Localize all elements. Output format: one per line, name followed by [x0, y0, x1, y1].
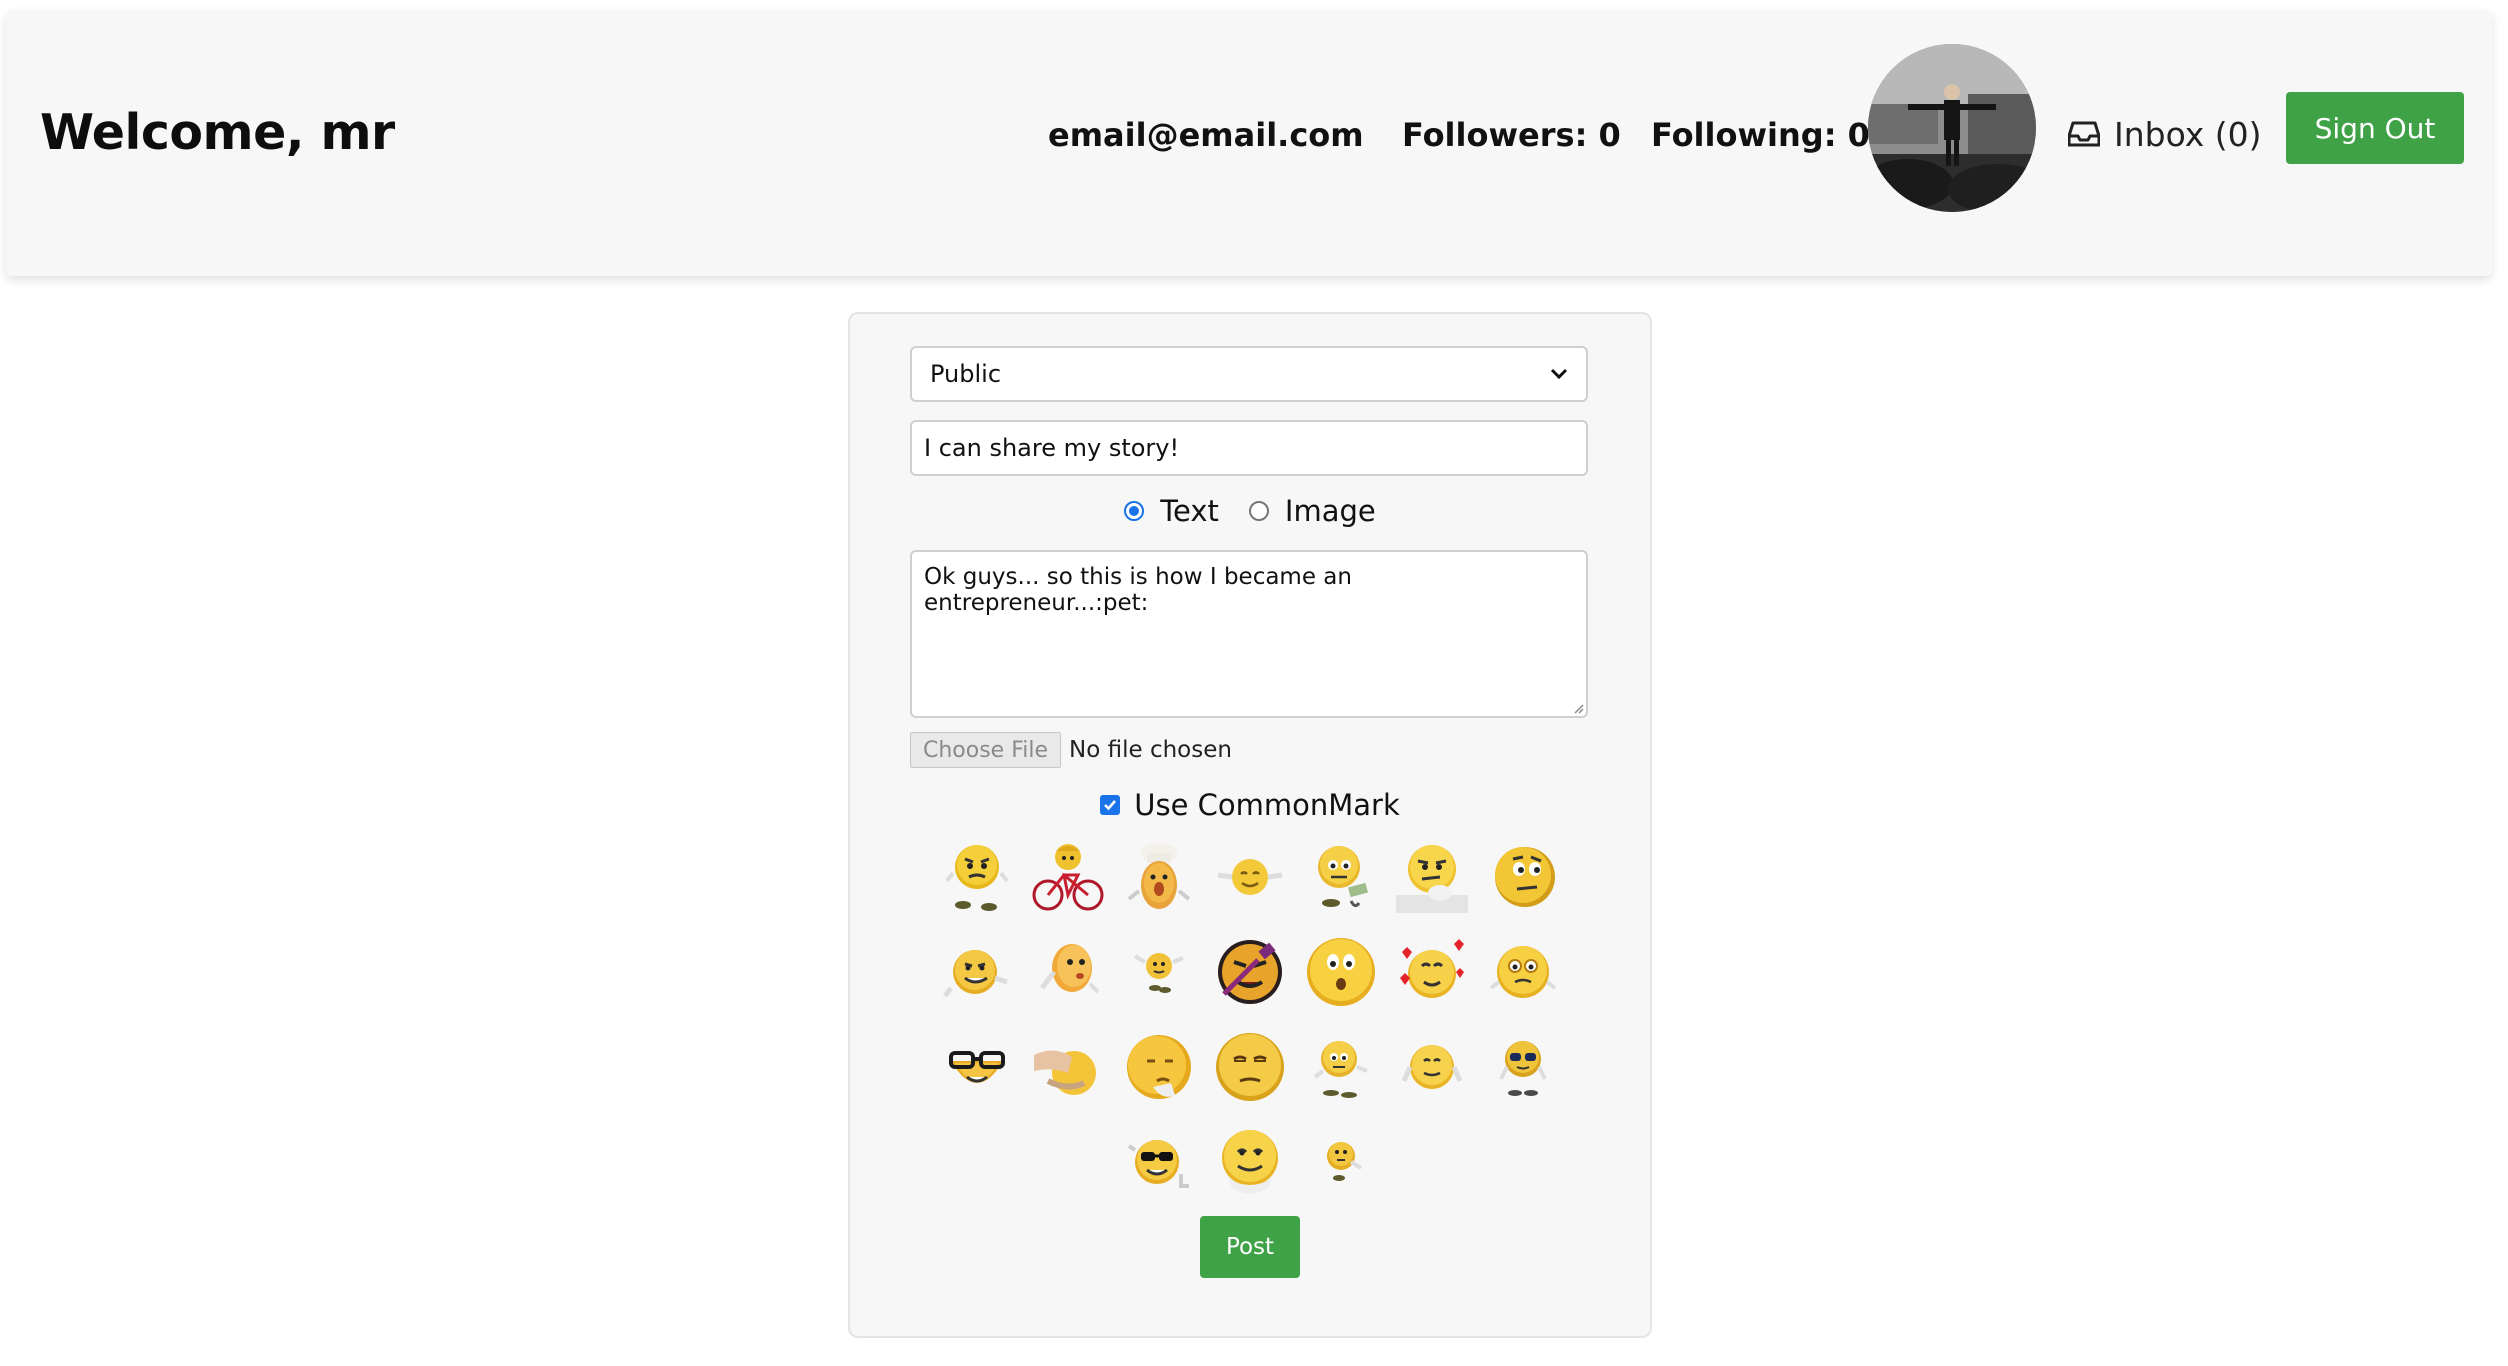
emoji-shy-blob[interactable]: [1023, 925, 1113, 1019]
content-type-radio-group: Text Image: [850, 494, 1650, 528]
choose-file-button[interactable]: Choose File: [910, 732, 1062, 768]
sign-out-button[interactable]: Sign Out: [2286, 92, 2464, 164]
emoji-facepalm[interactable]: [1114, 1020, 1204, 1114]
post-body-text: Ok guys... so this is how I became an en…: [924, 564, 1352, 616]
new-post-card: Public I can share my story! Text Image …: [848, 312, 1652, 1338]
emoji-dizzy-eyes[interactable]: [1478, 925, 1568, 1019]
money-counting-emoji-icon: [1318, 846, 1368, 908]
following-count[interactable]: Following: 0: [1651, 116, 1870, 154]
emoji-angry-walking[interactable]: [932, 830, 1022, 924]
content-type-image-option[interactable]: Image: [1248, 494, 1376, 528]
angry-walking-emoji-icon: [945, 845, 1009, 911]
facepalm-emoji-icon: [1127, 1035, 1191, 1099]
chef-emoji-icon: [1127, 843, 1191, 909]
content-type-text-option[interactable]: Text: [1124, 494, 1219, 528]
emoji-money-counting[interactable]: [1296, 830, 1386, 924]
emoji-skeptical[interactable]: [1478, 830, 1568, 924]
commonmark-label: Use CommonMark: [1134, 788, 1400, 822]
image-radio-label: Image: [1284, 494, 1376, 528]
thumbs-walk-emoji-icon: [1313, 1041, 1368, 1098]
emoji-chef[interactable]: [1114, 830, 1204, 924]
commonmark-option[interactable]: Use CommonMark: [850, 788, 1650, 822]
emoji-thinking[interactable]: [1387, 830, 1477, 924]
emoji-sunglasses-walk[interactable]: [1478, 1020, 1568, 1114]
visibility-selected-value: Public: [930, 360, 1002, 388]
dizzy-eyes-emoji-icon: [1489, 946, 1557, 998]
emoji-hands-up[interactable]: [1387, 1020, 1477, 1114]
text-radio-label: Text: [1160, 494, 1219, 528]
file-upload-row: Choose File No file chosen: [910, 732, 1232, 768]
emoji-rocker-guitar[interactable]: [1205, 925, 1295, 1019]
smug-scarf-emoji-icon: [1222, 1130, 1278, 1194]
chevron-down-icon: [1550, 368, 1568, 380]
emoji-surprised-big[interactable]: [1296, 925, 1386, 1019]
welcome-heading: Welcome, mr: [40, 104, 395, 161]
in-love-hearts-emoji-icon: [1400, 939, 1464, 998]
resize-grip-icon[interactable]: [1572, 702, 1584, 714]
inbox-link[interactable]: Inbox (0): [2068, 114, 2262, 154]
bicycle-emoji-icon: [1032, 844, 1104, 911]
checkmark-icon: [1104, 800, 1117, 811]
thinking-emoji-icon: [1396, 845, 1468, 913]
emoji-cool-thumbs-up[interactable]: [1114, 1115, 1204, 1209]
dancing-emoji-icon: [1133, 953, 1184, 993]
emoji-nerd-glasses[interactable]: [932, 1020, 1022, 1114]
emoji-hand-squeeze[interactable]: [1023, 1020, 1113, 1114]
emoji-in-love-hearts[interactable]: [1387, 925, 1477, 1019]
user-email: email@email.com: [1048, 116, 1364, 154]
emoji-bicycle[interactable]: [1023, 830, 1113, 924]
top-header: Welcome, mr email@email.com Followers: 0…: [6, 10, 2492, 276]
emoji-dancing[interactable]: [1114, 925, 1204, 1019]
hugging-emoji-icon: [1217, 859, 1283, 895]
text-radio[interactable]: [1124, 501, 1145, 521]
avatar[interactable]: [1868, 44, 2036, 212]
image-radio[interactable]: [1248, 501, 1269, 521]
surprised-big-emoji-icon: [1307, 938, 1375, 1006]
post-body-textarea[interactable]: Ok guys... so this is how I became an en…: [910, 550, 1588, 718]
file-status-text: No file chosen: [1069, 737, 1232, 763]
leaning-emoji-icon: [1327, 1142, 1363, 1181]
skeptical-emoji-icon: [1495, 847, 1555, 907]
inbox-tray-icon: [2068, 121, 2100, 147]
hand-squeeze-emoji-icon: [1034, 1050, 1096, 1095]
rocker-guitar-emoji-icon: [1218, 940, 1282, 1004]
emoji-unimpressed[interactable]: [1205, 1020, 1295, 1114]
unimpressed-emoji-icon: [1216, 1033, 1284, 1101]
emoji-picker: [930, 830, 1570, 1209]
emoji-smug-scarf[interactable]: [1205, 1115, 1295, 1209]
sunglasses-walk-emoji-icon: [1499, 1041, 1547, 1096]
commonmark-checkbox[interactable]: [1100, 795, 1121, 815]
emoji-hugging[interactable]: [1205, 830, 1295, 924]
hands-up-emoji-icon: [1401, 1045, 1463, 1089]
inbox-label: Inbox (0): [2114, 114, 2262, 154]
shy-blob-emoji-icon: [1040, 944, 1100, 994]
followers-count[interactable]: Followers: 0: [1402, 116, 1621, 154]
cool-thumbs-up-emoji-icon: [1127, 1140, 1189, 1188]
post-button[interactable]: Post: [1200, 1216, 1300, 1278]
grin-pointing-emoji-icon: [943, 950, 1008, 998]
nerd-glasses-emoji-icon: [949, 1051, 1005, 1083]
post-title-input[interactable]: I can share my story!: [910, 420, 1588, 476]
avatar-photo: [1868, 44, 2036, 212]
emoji-leaning[interactable]: [1296, 1115, 1386, 1209]
emoji-grin-pointing[interactable]: [932, 925, 1022, 1019]
emoji-thumbs-walk[interactable]: [1296, 1020, 1386, 1114]
visibility-select[interactable]: Public: [910, 346, 1588, 402]
